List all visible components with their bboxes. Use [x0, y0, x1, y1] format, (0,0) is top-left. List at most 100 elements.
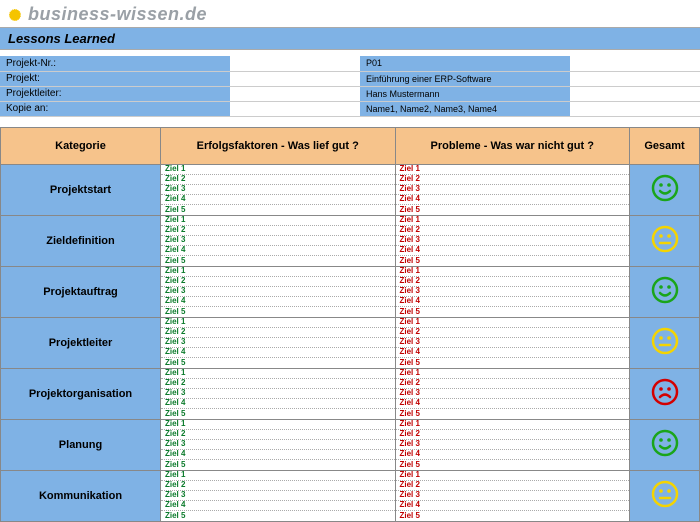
ziel-item: Ziel 4	[161, 450, 395, 460]
col-success: Erfolgsfaktoren - Was lief gut ?	[161, 127, 396, 164]
ziel-item: Ziel 1	[396, 369, 630, 379]
ziel-item: Ziel 5	[396, 307, 630, 317]
ziel-item: Ziel 2	[396, 277, 630, 287]
ziel-item: Ziel 3	[396, 287, 630, 297]
ziel-item: Ziel 3	[161, 338, 395, 348]
table-row: KommunikationZiel 1Ziel 2Ziel 3Ziel 4Zie…	[1, 470, 700, 521]
ziel-item: Ziel 2	[396, 328, 630, 338]
category-cell: Zieldefinition	[1, 215, 161, 266]
success-cell: Ziel 1Ziel 2Ziel 3Ziel 4Ziel 5	[161, 317, 396, 368]
ziel-item: Ziel 4	[396, 195, 630, 205]
meta-value: Hans Mustermann	[360, 86, 570, 101]
meta-label: Kopie an:	[0, 101, 230, 116]
meta-label: Projekt-Nr.:	[0, 56, 230, 71]
ziel-item: Ziel 2	[161, 277, 395, 287]
problems-cell: Ziel 1Ziel 2Ziel 3Ziel 4Ziel 5	[395, 164, 630, 215]
ziel-item: Ziel 4	[396, 399, 630, 409]
ziel-item: Ziel 5	[161, 307, 395, 317]
table-row: PlanungZiel 1Ziel 2Ziel 3Ziel 4Ziel 5Zie…	[1, 419, 700, 470]
ziel-item: Ziel 3	[396, 185, 630, 195]
ziel-item: Ziel 2	[396, 481, 630, 491]
ziel-item: Ziel 2	[161, 226, 395, 236]
ziel-item: Ziel 5	[396, 409, 630, 419]
col-category: Kategorie	[1, 127, 161, 164]
meta-value: P01	[360, 56, 570, 71]
meta-label: Projekt:	[0, 71, 230, 86]
ziel-item: Ziel 5	[396, 358, 630, 368]
ziel-item: Ziel 5	[396, 205, 630, 215]
problems-cell: Ziel 1Ziel 2Ziel 3Ziel 4Ziel 5	[395, 266, 630, 317]
problems-cell: Ziel 1Ziel 2Ziel 3Ziel 4Ziel 5	[395, 470, 630, 521]
ziel-item: Ziel 2	[396, 430, 630, 440]
ziel-item: Ziel 2	[161, 430, 395, 440]
ziel-item: Ziel 1	[396, 216, 630, 226]
success-cell: Ziel 1Ziel 2Ziel 3Ziel 4Ziel 5	[161, 164, 396, 215]
ziel-item: Ziel 5	[161, 205, 395, 215]
rating-cell	[630, 419, 700, 470]
ziel-item: Ziel 5	[396, 511, 630, 521]
rating-cell	[630, 215, 700, 266]
ziel-item: Ziel 5	[161, 256, 395, 266]
table-row: ProjektauftragZiel 1Ziel 2Ziel 3Ziel 4Zi…	[1, 266, 700, 317]
rating-cell	[630, 164, 700, 215]
rating-cell	[630, 368, 700, 419]
ziel-item: Ziel 4	[396, 246, 630, 256]
table-row: ProjektorganisationZiel 1Ziel 2Ziel 3Zie…	[1, 368, 700, 419]
ziel-item: Ziel 1	[396, 165, 630, 175]
ziel-item: Ziel 1	[396, 267, 630, 277]
ziel-item: Ziel 1	[161, 267, 395, 277]
ziel-item: Ziel 1	[161, 471, 395, 481]
ziel-item: Ziel 2	[161, 328, 395, 338]
success-cell: Ziel 1Ziel 2Ziel 3Ziel 4Ziel 5	[161, 419, 396, 470]
problems-cell: Ziel 1Ziel 2Ziel 3Ziel 4Ziel 5	[395, 419, 630, 470]
category-cell: Planung	[1, 419, 161, 470]
rating-cell	[630, 317, 700, 368]
ziel-item: Ziel 4	[396, 297, 630, 307]
ziel-item: Ziel 4	[161, 297, 395, 307]
ziel-item: Ziel 4	[396, 501, 630, 511]
meta-value: Einführung einer ERP-Software	[360, 71, 570, 86]
site-header: business-wissen.de	[0, 0, 700, 27]
problems-cell: Ziel 1Ziel 2Ziel 3Ziel 4Ziel 5	[395, 215, 630, 266]
ziel-item: Ziel 2	[396, 226, 630, 236]
category-cell: Projektleiter	[1, 317, 161, 368]
logo-icon	[8, 8, 22, 22]
ziel-item: Ziel 5	[161, 511, 395, 521]
ziel-item: Ziel 1	[161, 369, 395, 379]
ziel-item: Ziel 3	[161, 491, 395, 501]
ziel-item: Ziel 5	[396, 256, 630, 266]
table-row: ProjektleiterZiel 1Ziel 2Ziel 3Ziel 4Zie…	[1, 317, 700, 368]
category-cell: Projektstart	[1, 164, 161, 215]
ziel-item: Ziel 4	[161, 399, 395, 409]
ziel-item: Ziel 1	[396, 471, 630, 481]
ziel-item: Ziel 1	[161, 318, 395, 328]
success-cell: Ziel 1Ziel 2Ziel 3Ziel 4Ziel 5	[161, 470, 396, 521]
ziel-item: Ziel 1	[161, 165, 395, 175]
problems-cell: Ziel 1Ziel 2Ziel 3Ziel 4Ziel 5	[395, 317, 630, 368]
ziel-item: Ziel 3	[396, 440, 630, 450]
rating-cell	[630, 266, 700, 317]
ziel-item: Ziel 5	[161, 460, 395, 470]
col-total: Gesamt	[630, 127, 700, 164]
category-cell: Projektorganisation	[1, 368, 161, 419]
success-cell: Ziel 1Ziel 2Ziel 3Ziel 4Ziel 5	[161, 368, 396, 419]
success-cell: Ziel 1Ziel 2Ziel 3Ziel 4Ziel 5	[161, 215, 396, 266]
ziel-item: Ziel 1	[396, 318, 630, 328]
ziel-item: Ziel 2	[161, 379, 395, 389]
meta-table: Projekt-Nr.: P01 Projekt: Einführung einer …	[0, 56, 700, 117]
ziel-item: Ziel 4	[396, 348, 630, 358]
document-title: Lessons Learned	[0, 27, 700, 50]
ziel-item: Ziel 3	[161, 440, 395, 450]
ziel-item: Ziel 3	[161, 287, 395, 297]
ziel-item: Ziel 1	[396, 420, 630, 430]
ziel-item: Ziel 4	[161, 348, 395, 358]
ziel-item: Ziel 4	[161, 195, 395, 205]
ziel-item: Ziel 2	[161, 481, 395, 491]
table-row: ZieldefinitionZiel 1Ziel 2Ziel 3Ziel 4Zi…	[1, 215, 700, 266]
ziel-item: Ziel 3	[396, 236, 630, 246]
ziel-item: Ziel 5	[161, 409, 395, 419]
ziel-item: Ziel 3	[161, 185, 395, 195]
rating-cell	[630, 470, 700, 521]
ziel-item: Ziel 5	[396, 460, 630, 470]
ziel-item: Ziel 2	[396, 175, 630, 185]
